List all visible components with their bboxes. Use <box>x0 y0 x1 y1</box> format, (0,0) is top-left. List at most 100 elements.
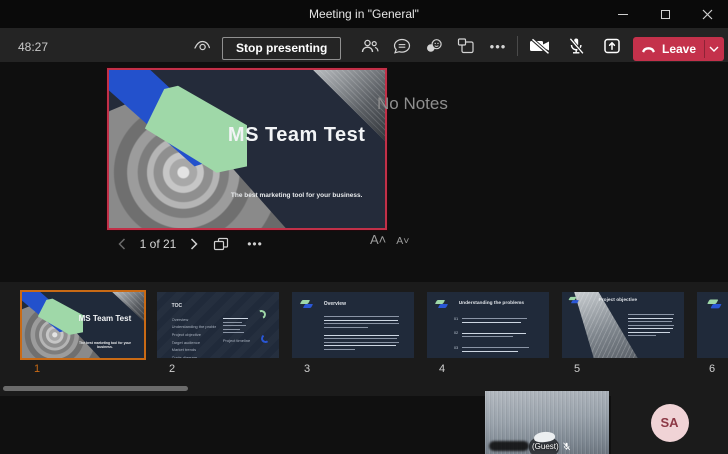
slide-title-text: MS Team Test <box>227 123 366 146</box>
leave-options-button[interactable] <box>705 37 724 61</box>
chevron-left-icon <box>118 238 126 250</box>
leave-label: Leave <box>662 42 697 56</box>
thumbnail-2-number: 2 <box>169 363 176 375</box>
close-button[interactable] <box>686 0 728 28</box>
slide-cover-design: MS Team Test The best marketing tool for… <box>109 70 385 228</box>
thumbnail-1-subtitle: The best marketing tool for your busines… <box>78 340 131 349</box>
toolbar-separator <box>517 36 518 56</box>
horizontal-scrollbar[interactable] <box>3 386 188 391</box>
breakout-rooms-icon <box>457 38 474 54</box>
window-controls <box>602 0 728 28</box>
slide-subtitle-text: The best marketing tool for your busines… <box>230 191 363 199</box>
participant-name-label: (Guest) <box>489 441 571 451</box>
grid-view-icon <box>213 237 229 251</box>
reactions-button[interactable] <box>424 37 444 55</box>
avatar-initials: SA <box>660 415 679 430</box>
thumbnail-2-title: TOC <box>171 302 183 309</box>
next-slide-button[interactable] <box>184 236 204 252</box>
reactions-icon <box>427 39 442 52</box>
minimize-icon <box>618 13 628 15</box>
thumbnail-5-content: Project objective <box>562 292 684 358</box>
slide-filmstrip: MS Team Test The best marketing tool for… <box>0 282 728 396</box>
notes-empty-text: No Notes <box>377 94 448 113</box>
slide-thumbnail-5[interactable]: Project objective 5 <box>560 290 686 375</box>
participant-video-tile[interactable]: (Guest) <box>485 391 609 454</box>
current-slide-preview[interactable]: MS Team Test The best marketing tool for… <box>107 68 387 230</box>
mic-toggle-button[interactable] <box>565 36 587 56</box>
previous-slide-button[interactable] <box>112 236 132 252</box>
thumbnail-3-title: Overview <box>323 300 346 307</box>
blurred-name <box>489 441 529 451</box>
participant-muted-icon <box>562 441 570 450</box>
leaf-icon <box>568 296 580 304</box>
more-options-button[interactable]: ••• <box>488 37 508 55</box>
thumbnail-2-content: TOC Overview Understanding the problems … <box>157 292 279 358</box>
thumbnail-5-body-placeholder <box>627 312 675 339</box>
thumbnail-1-number: 1 <box>34 363 41 375</box>
maximize-button[interactable] <box>644 0 686 28</box>
eye-icon <box>194 40 211 51</box>
thumbnail-4-number: 4 <box>439 363 446 375</box>
grid-view-button[interactable] <box>204 237 238 251</box>
stop-presenting-button[interactable]: Stop presenting <box>222 37 342 60</box>
presentation-stage: MS Team Test The best marketing tool for… <box>0 62 728 282</box>
thumbnail-3-body-placeholder <box>323 314 400 353</box>
chevron-right-icon <box>190 238 198 250</box>
toolbar-icon-group: ••• <box>360 36 508 56</box>
slide-thumbnail-2[interactable]: TOC Overview Understanding the problems … <box>155 290 281 375</box>
thumbnail-3-number: 3 <box>304 363 311 375</box>
slide-thumbnail-3[interactable]: Overview 3 <box>290 290 416 375</box>
guest-label: (Guest) <box>532 441 559 451</box>
show-conversation-button[interactable] <box>392 37 412 55</box>
slide-navigation: 1 of 21 ••• <box>112 234 272 254</box>
thumbnail-1-title: MS Team Test <box>78 313 132 323</box>
close-icon <box>702 9 712 19</box>
presenter-view-button[interactable] <box>193 38 213 54</box>
share-tray-button[interactable] <box>601 36 623 56</box>
thumbnail-1-cover: MS Team Test The best marketing tool for… <box>22 292 144 358</box>
mic-off-icon <box>568 37 584 55</box>
chat-icon <box>393 38 411 54</box>
meeting-timer: 48:27 <box>18 40 49 54</box>
toc-list-left: Overview Understanding the problems Proj… <box>171 316 216 358</box>
meeting-toolbar: 48:27 Stop presenting ••• Leave <box>0 28 728 62</box>
font-decrease-button[interactable]: A˅ <box>396 235 409 247</box>
slide-more-options-button[interactable]: ••• <box>238 237 272 251</box>
teams-meeting-window: Meeting in "General" 48:27 Stop presenti… <box>0 0 728 454</box>
slide-thumbnail-6[interactable]: Target 6 <box>695 290 728 375</box>
title-bar: Meeting in "General" <box>0 0 728 28</box>
thumbnail-4-content: Understanding the problems 01 02 03 <box>427 292 549 358</box>
leaf-icon <box>299 299 314 309</box>
thumbnail-row: MS Team Test The best marketing tool for… <box>20 290 728 375</box>
slide-thumbnail-1[interactable]: MS Team Test The best marketing tool for… <box>20 290 146 375</box>
thumbnail-6-number: 6 <box>709 363 716 375</box>
device-icon-group <box>529 35 623 57</box>
leave-button-main[interactable]: Leave <box>633 37 704 61</box>
slide-thumbnail-4[interactable]: Understanding the problems 01 02 03 4 <box>425 290 551 375</box>
participant-avatar-tile[interactable]: SA <box>611 391 728 454</box>
thumbnail-6-content: Target <box>697 292 728 358</box>
thumbnail-5-number: 5 <box>574 363 581 375</box>
camera-off-icon <box>530 38 550 54</box>
camera-toggle-button[interactable] <box>529 36 551 56</box>
leaf-icon <box>434 299 449 309</box>
leaf-icon <box>707 299 723 309</box>
font-increase-button[interactable]: A˄ <box>370 232 386 247</box>
thumbnail-4-body-placeholder: 01 02 03 <box>454 316 535 358</box>
slide-position-indicator: 1 of 21 <box>139 237 177 251</box>
avatar: SA <box>650 403 689 442</box>
people-icon <box>361 39 379 53</box>
hang-up-icon <box>642 47 655 53</box>
thumbnail-5-title: Project objective <box>598 297 637 303</box>
share-icon <box>604 38 620 54</box>
notes-font-controls: A˄ A˅ <box>370 232 409 247</box>
chevron-down-icon <box>709 46 719 52</box>
thumbnail-4-title: Understanding the problems <box>458 300 525 306</box>
minimize-button[interactable] <box>602 0 644 28</box>
more-options-icon: ••• <box>489 38 507 54</box>
toc-list-right: Project timeline <box>222 316 255 345</box>
breakout-rooms-button[interactable] <box>456 37 476 55</box>
leave-button[interactable]: Leave <box>633 37 724 61</box>
show-participants-button[interactable] <box>360 37 380 55</box>
thumbnail-3-content: Overview <box>292 292 414 358</box>
